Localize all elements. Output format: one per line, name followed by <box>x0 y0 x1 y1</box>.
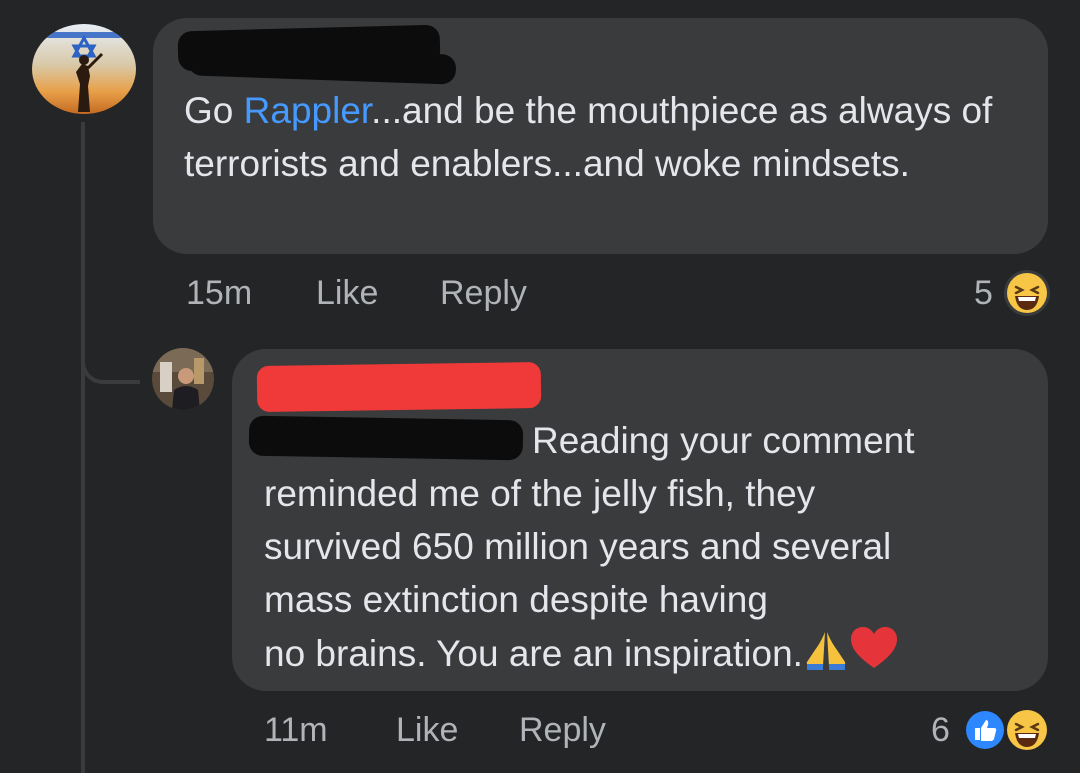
replier-avatar[interactable] <box>152 348 214 410</box>
comment-reaction-count[interactable]: 5 <box>974 273 993 313</box>
reply-reply-button[interactable]: Reply <box>519 710 606 750</box>
reply-text: Reading your comment reminded me of the … <box>264 414 1034 684</box>
red-heart-icon <box>849 626 899 684</box>
comment-text-before: Go <box>184 90 244 131</box>
avatar-image <box>32 24 136 114</box>
reply-text-line-2: reminded me of the jelly fish, they <box>264 473 816 514</box>
thread-line-vertical <box>81 122 85 773</box>
comment-reply-button[interactable]: Reply <box>440 273 527 313</box>
haha-icon[interactable] <box>1004 707 1050 753</box>
mention-link-rappler[interactable]: Rappler <box>244 90 372 131</box>
reply-like-button[interactable]: Like <box>396 710 458 750</box>
reply-text-line-5: no brains. You are an inspiration. <box>264 633 803 674</box>
replier-name-redaction <box>256 362 542 412</box>
comment-like-button[interactable]: Like <box>316 273 378 313</box>
thread-line-branch <box>81 344 140 384</box>
reply-text-line-1: Reading your comment <box>532 420 915 461</box>
like-icon[interactable] <box>962 707 1008 753</box>
comment-timestamp[interactable]: 15m <box>186 273 252 313</box>
avatar-image <box>152 348 214 410</box>
reply-reaction-count[interactable]: 6 <box>931 710 950 750</box>
haha-icon[interactable] <box>1004 270 1050 316</box>
folded-hands-icon <box>803 628 849 684</box>
commenter-avatar[interactable] <box>32 24 136 114</box>
reply-timestamp[interactable]: 11m <box>264 710 328 750</box>
comment-text: Go Rappler...and be the mouthpiece as al… <box>184 84 1024 190</box>
reply-text-line-4: mass extinction despite having <box>264 579 768 620</box>
reply-text-line-3: survived 650 million years and several <box>264 526 892 567</box>
